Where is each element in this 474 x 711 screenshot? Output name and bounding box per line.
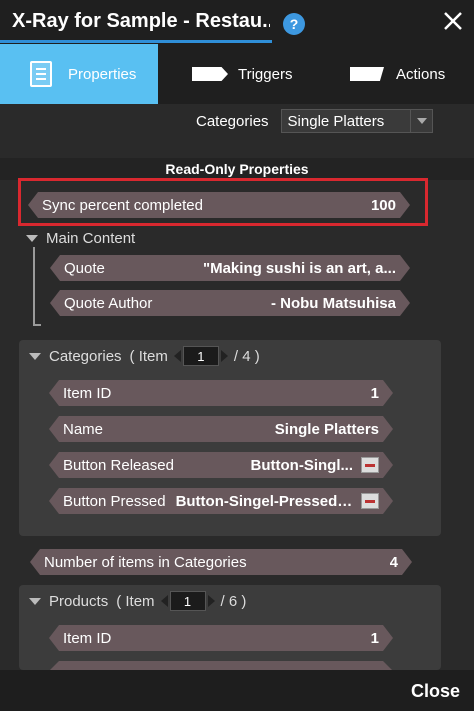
quote-author-value: - Nobu Matsuhisa xyxy=(270,294,396,312)
tab-properties[interactable]: Properties xyxy=(0,44,158,104)
product-item-id-label: Item ID xyxy=(63,629,112,647)
tree-line xyxy=(33,247,35,325)
tab-triggers[interactable]: Triggers xyxy=(158,44,316,104)
action-arrow-icon xyxy=(350,67,384,81)
number-of-items-row: Number of items in Categories 4 xyxy=(30,549,412,575)
tab-properties-label: Properties xyxy=(68,65,137,83)
main-content-label: Main Content xyxy=(46,230,136,247)
image-thumbnail-icon xyxy=(361,457,379,473)
help-icon[interactable]: ? xyxy=(283,13,305,35)
section-header: Read-Only Properties xyxy=(0,158,474,180)
bottom-bar: Close xyxy=(0,670,474,711)
quote-label: Quote xyxy=(64,259,105,277)
product-item-id-value: 1 xyxy=(370,629,379,647)
title-underline xyxy=(0,40,272,43)
collapse-triangle-icon[interactable] xyxy=(29,352,41,360)
categories-group: Categories ( Item 1 / 4 ) Item ID 1 Name… xyxy=(19,340,441,536)
button-pressed-value: Button-Singel-Pressed.png xyxy=(175,492,353,510)
tab-bar: Properties Triggers Actions xyxy=(0,44,474,104)
item-index-input[interactable]: 1 xyxy=(182,346,219,366)
item-id-value: 1 xyxy=(370,384,379,402)
prev-item-icon[interactable] xyxy=(173,350,181,362)
close-icon[interactable] xyxy=(440,8,466,34)
categories-dropdown[interactable]: Single Platters xyxy=(280,109,433,133)
product-item-id-row: Item ID 1 xyxy=(49,625,393,651)
number-of-items-label: Number of items in Categories xyxy=(44,553,247,571)
window-title: X-Ray for Sample - Restau... xyxy=(12,10,270,32)
item-total: / 6 ) xyxy=(220,592,247,610)
button-pressed-value-wrap: Button-Singel-Pressed.png xyxy=(176,493,379,510)
item-word: ( Item xyxy=(116,592,155,610)
highlight-box xyxy=(18,178,428,226)
next-item-icon[interactable] xyxy=(220,350,228,362)
trigger-arrow-icon xyxy=(192,67,228,81)
category-item-id-row: Item ID 1 xyxy=(49,380,393,406)
products-group-header: Products ( Item 1 / 6 ) xyxy=(29,591,246,611)
tab-actions-label: Actions xyxy=(396,65,446,83)
products-group-label: Products xyxy=(49,592,109,610)
quote-row: Quote "Making sushi is an art, a... xyxy=(50,255,410,281)
quote-author-row: Quote Author - Nobu Matsuhisa xyxy=(50,290,410,316)
button-released-label: Button Released xyxy=(63,456,174,474)
products-group: Products ( Item 1 / 6 ) Item ID 1 xyxy=(19,585,441,670)
item-total: / 4 ) xyxy=(233,347,260,365)
item-word: ( Item xyxy=(129,347,168,365)
categories-dropdown-value: Single Platters xyxy=(287,112,385,130)
button-pressed-row: Button Pressed Button-Singel-Pressed.png xyxy=(49,488,393,514)
button-released-value: Button-Singl... xyxy=(250,456,353,474)
categories-group-header: Categories ( Item 1 / 4 ) xyxy=(29,346,260,366)
collapse-triangle-icon[interactable] xyxy=(26,235,38,242)
button-pressed-label: Button Pressed xyxy=(63,492,166,510)
categories-filter-label: Categories xyxy=(196,112,269,130)
name-value: Single Platters xyxy=(274,420,379,438)
collapse-triangle-icon[interactable] xyxy=(29,597,41,605)
tab-actions[interactable]: Actions xyxy=(316,44,474,104)
document-icon xyxy=(30,61,52,87)
chevron-down-icon[interactable] xyxy=(409,110,432,132)
name-label: Name xyxy=(63,420,104,438)
prev-item-icon[interactable] xyxy=(160,595,168,607)
item-index-input[interactable]: 1 xyxy=(169,591,206,611)
item-id-label: Item ID xyxy=(63,384,112,402)
image-thumbnail-icon xyxy=(361,493,379,509)
number-of-items-value: 4 xyxy=(389,553,398,571)
category-name-row: Name Single Platters xyxy=(49,416,393,442)
close-button[interactable]: Close xyxy=(411,681,460,702)
quote-value: "Making sushi is an art, a... xyxy=(202,259,396,277)
button-released-row: Button Released Button-Singl... xyxy=(49,452,393,478)
main-content-header[interactable]: Main Content xyxy=(26,230,135,247)
title-bar: X-Ray for Sample - Restau... ? xyxy=(0,0,474,44)
button-released-value-wrap: Button-Singl... xyxy=(251,457,379,474)
next-item-icon[interactable] xyxy=(207,595,215,607)
tab-triggers-label: Triggers xyxy=(238,65,293,83)
categories-filter: Categories Single Platters xyxy=(196,108,433,134)
quote-author-label: Quote Author xyxy=(64,294,153,312)
tree-line-end xyxy=(33,324,41,326)
categories-group-label: Categories xyxy=(49,347,122,365)
